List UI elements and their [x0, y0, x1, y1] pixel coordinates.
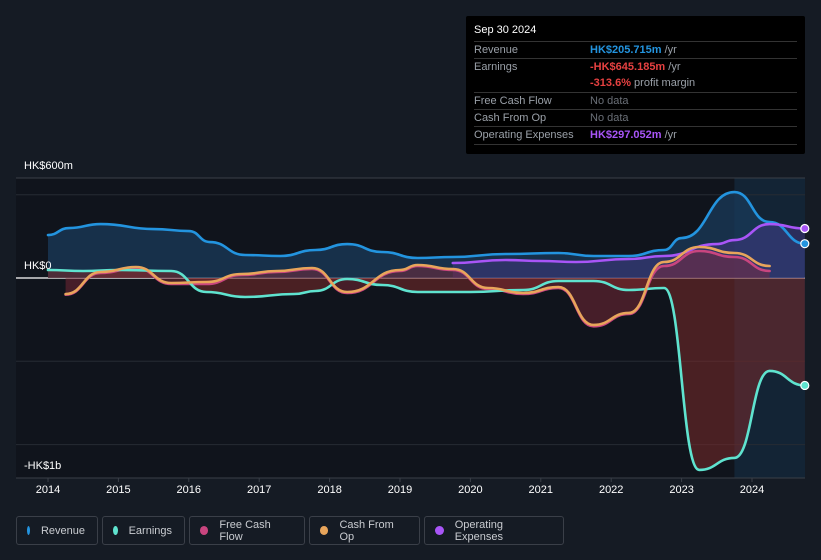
legend-operating-expenses[interactable]: Operating Expenses	[424, 516, 564, 545]
y-label-zero: HK$0	[24, 260, 52, 272]
tooltip-row-earnings: Earnings -HK$645.185m /yr	[474, 58, 797, 76]
tooltip-value: -HK$645.185m	[590, 61, 666, 73]
x-tick-label: 2022	[598, 484, 624, 496]
x-tick-label: 2024	[739, 484, 765, 496]
tooltip-unit: profit margin	[630, 77, 696, 89]
legend-free-cash-flow[interactable]: Free Cash Flow	[189, 516, 305, 545]
x-tick-label: 2021	[528, 484, 554, 496]
x-tick-label: 2016	[176, 484, 202, 496]
legend-earnings[interactable]: Earnings	[102, 516, 185, 545]
tooltip-unit: /yr	[665, 61, 681, 73]
tooltip-value: HK$297.052m	[590, 129, 662, 141]
tooltip-unit: /yr	[661, 44, 677, 56]
tooltip-value: -313.6%	[590, 77, 631, 89]
tooltip-label: Free Cash Flow	[474, 95, 552, 107]
tooltip-label: Cash From Op	[474, 112, 547, 124]
tooltip-row-fcf: Free Cash Flow No data	[474, 92, 797, 110]
earnings-dot-icon	[113, 526, 118, 535]
tooltip-row-cfo: Cash From Op No data	[474, 109, 797, 127]
tooltip-label: Revenue	[474, 44, 519, 56]
tooltip-label: Earnings	[474, 61, 518, 73]
free-cash-flow-dot-icon	[200, 526, 209, 535]
tooltip-label: Operating Expenses	[474, 129, 574, 141]
cash-from-op-dot-icon	[320, 526, 329, 535]
revenue-dot-icon	[27, 526, 30, 535]
tooltip-date: Sep 30 2024	[474, 24, 537, 36]
y-label-bottom: -HK$1b	[24, 460, 62, 472]
tooltip-row-margin: -313.6% profit margin	[474, 75, 797, 92]
x-tick-label: 2015	[106, 484, 131, 496]
tooltip: Sep 30 2024 Revenue HK$205.715m /yr Earn…	[466, 16, 805, 154]
legend-label: Cash From Op	[339, 518, 394, 543]
earnings-end-marker	[800, 380, 810, 391]
legend-cash-from-op[interactable]: Cash From Op	[309, 516, 420, 545]
legend-label: Free Cash Flow	[219, 518, 271, 543]
x-tick-label: 2019	[387, 484, 413, 496]
legend-label: Revenue	[40, 524, 85, 537]
x-tick-label: 2023	[669, 484, 694, 496]
legend-label: Earnings	[128, 524, 172, 537]
x-tick-label: 2017	[246, 484, 272, 496]
tooltip-unit: No data	[590, 112, 629, 124]
tooltip-row-opex: Operating Expenses HK$297.052m /yr	[474, 126, 797, 145]
tooltip-row-revenue: Revenue HK$205.715m /yr	[474, 41, 797, 59]
legend-revenue[interactable]: Revenue	[16, 516, 98, 545]
tooltip-unit: /yr	[661, 129, 677, 141]
x-tick-label: 2018	[317, 484, 342, 496]
revenue-end-marker	[800, 239, 810, 249]
operating-expenses-end-marker	[800, 223, 810, 234]
operating-expenses-dot-icon	[435, 526, 444, 535]
legend-label: Operating Expenses	[454, 518, 504, 543]
y-label-top: HK$600m	[24, 160, 73, 172]
tooltip-value: HK$205.715m	[590, 44, 662, 56]
x-tick-label: 2020	[458, 484, 483, 496]
x-tick-label: 2014	[35, 484, 61, 496]
tooltip-unit: No data	[590, 95, 629, 107]
